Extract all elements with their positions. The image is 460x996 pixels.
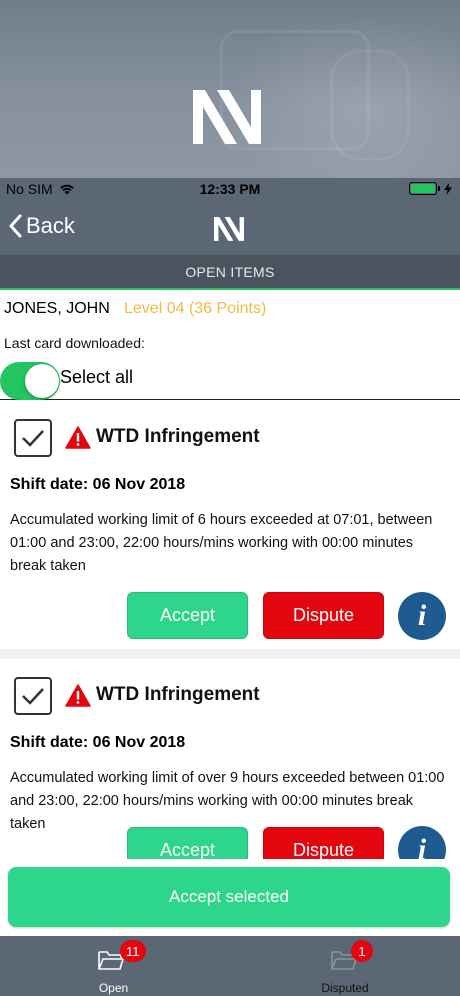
last-card-label: Last card downloaded: [4,335,145,351]
item-checkbox[interactable] [14,419,52,457]
tab-disputed-label: Disputed [321,981,369,995]
select-all-toggle[interactable] [0,362,60,400]
card-separator [0,649,460,659]
hero-background-shape [330,50,410,160]
back-label: Back [26,213,75,238]
tab-open-label: Open [98,981,129,995]
section-title: OPEN ITEMS [0,255,460,290]
info-button[interactable]: i [398,592,446,640]
tab-disputed[interactable]: 1 Disputed [230,936,460,996]
checkmark-icon [22,688,44,705]
open-count-badge: 11 [120,940,146,962]
brand-logo-icon [193,90,261,144]
charging-bolt-icon [444,182,452,195]
tab-bar: 11 Open 1 Disputed [0,936,460,996]
select-all-label: Select all [60,367,134,387]
item-title: WTD Infringement [96,426,260,447]
nav-logo-icon [214,217,244,241]
toggle-knob [25,364,59,398]
tab-open[interactable]: 11 Open [0,936,230,996]
infringement-card: WTD Infringement Shift date: 06 Nov 2018… [0,401,460,649]
item-title: WTD Infringement [96,684,260,705]
hero-banner [0,0,460,178]
chevron-left-icon [9,214,22,238]
back-button[interactable]: Back [8,213,75,239]
shift-date: Shift date: 06 Nov 2018 [10,734,186,751]
item-description: Accumulated working limit of 6 hours exc… [10,512,433,574]
disputed-count-badge: 1 [351,940,373,962]
warning-icon [65,684,91,707]
driver-level: Level 04 (36 Points) [124,300,267,317]
status-bar: No SIM 12:33 PM [0,178,460,200]
dispute-button[interactable]: Dispute [263,592,384,639]
shift-date: Shift date: 06 Nov 2018 [10,476,186,493]
checkmark-icon [22,430,44,447]
infringement-card: WTD Infringement Shift date: 06 Nov 2018… [0,659,460,859]
status-right [409,182,452,195]
status-time: 12:33 PM [199,181,261,197]
driver-info-panel: JONES, JOHN Level 04 (36 Points) Last ca… [0,292,460,400]
driver-name: JONES, JOHN [4,300,110,317]
dispute-button[interactable]: Dispute [263,827,384,859]
accept-button[interactable]: Accept [127,592,248,639]
warning-icon [65,426,91,449]
accept-button[interactable]: Accept [127,827,248,859]
battery-icon [409,182,440,195]
item-description: Accumulated working limit of over 9 hour… [10,770,445,832]
accept-selected-button[interactable]: Accept selected [8,867,450,927]
item-checkbox[interactable] [14,677,52,715]
